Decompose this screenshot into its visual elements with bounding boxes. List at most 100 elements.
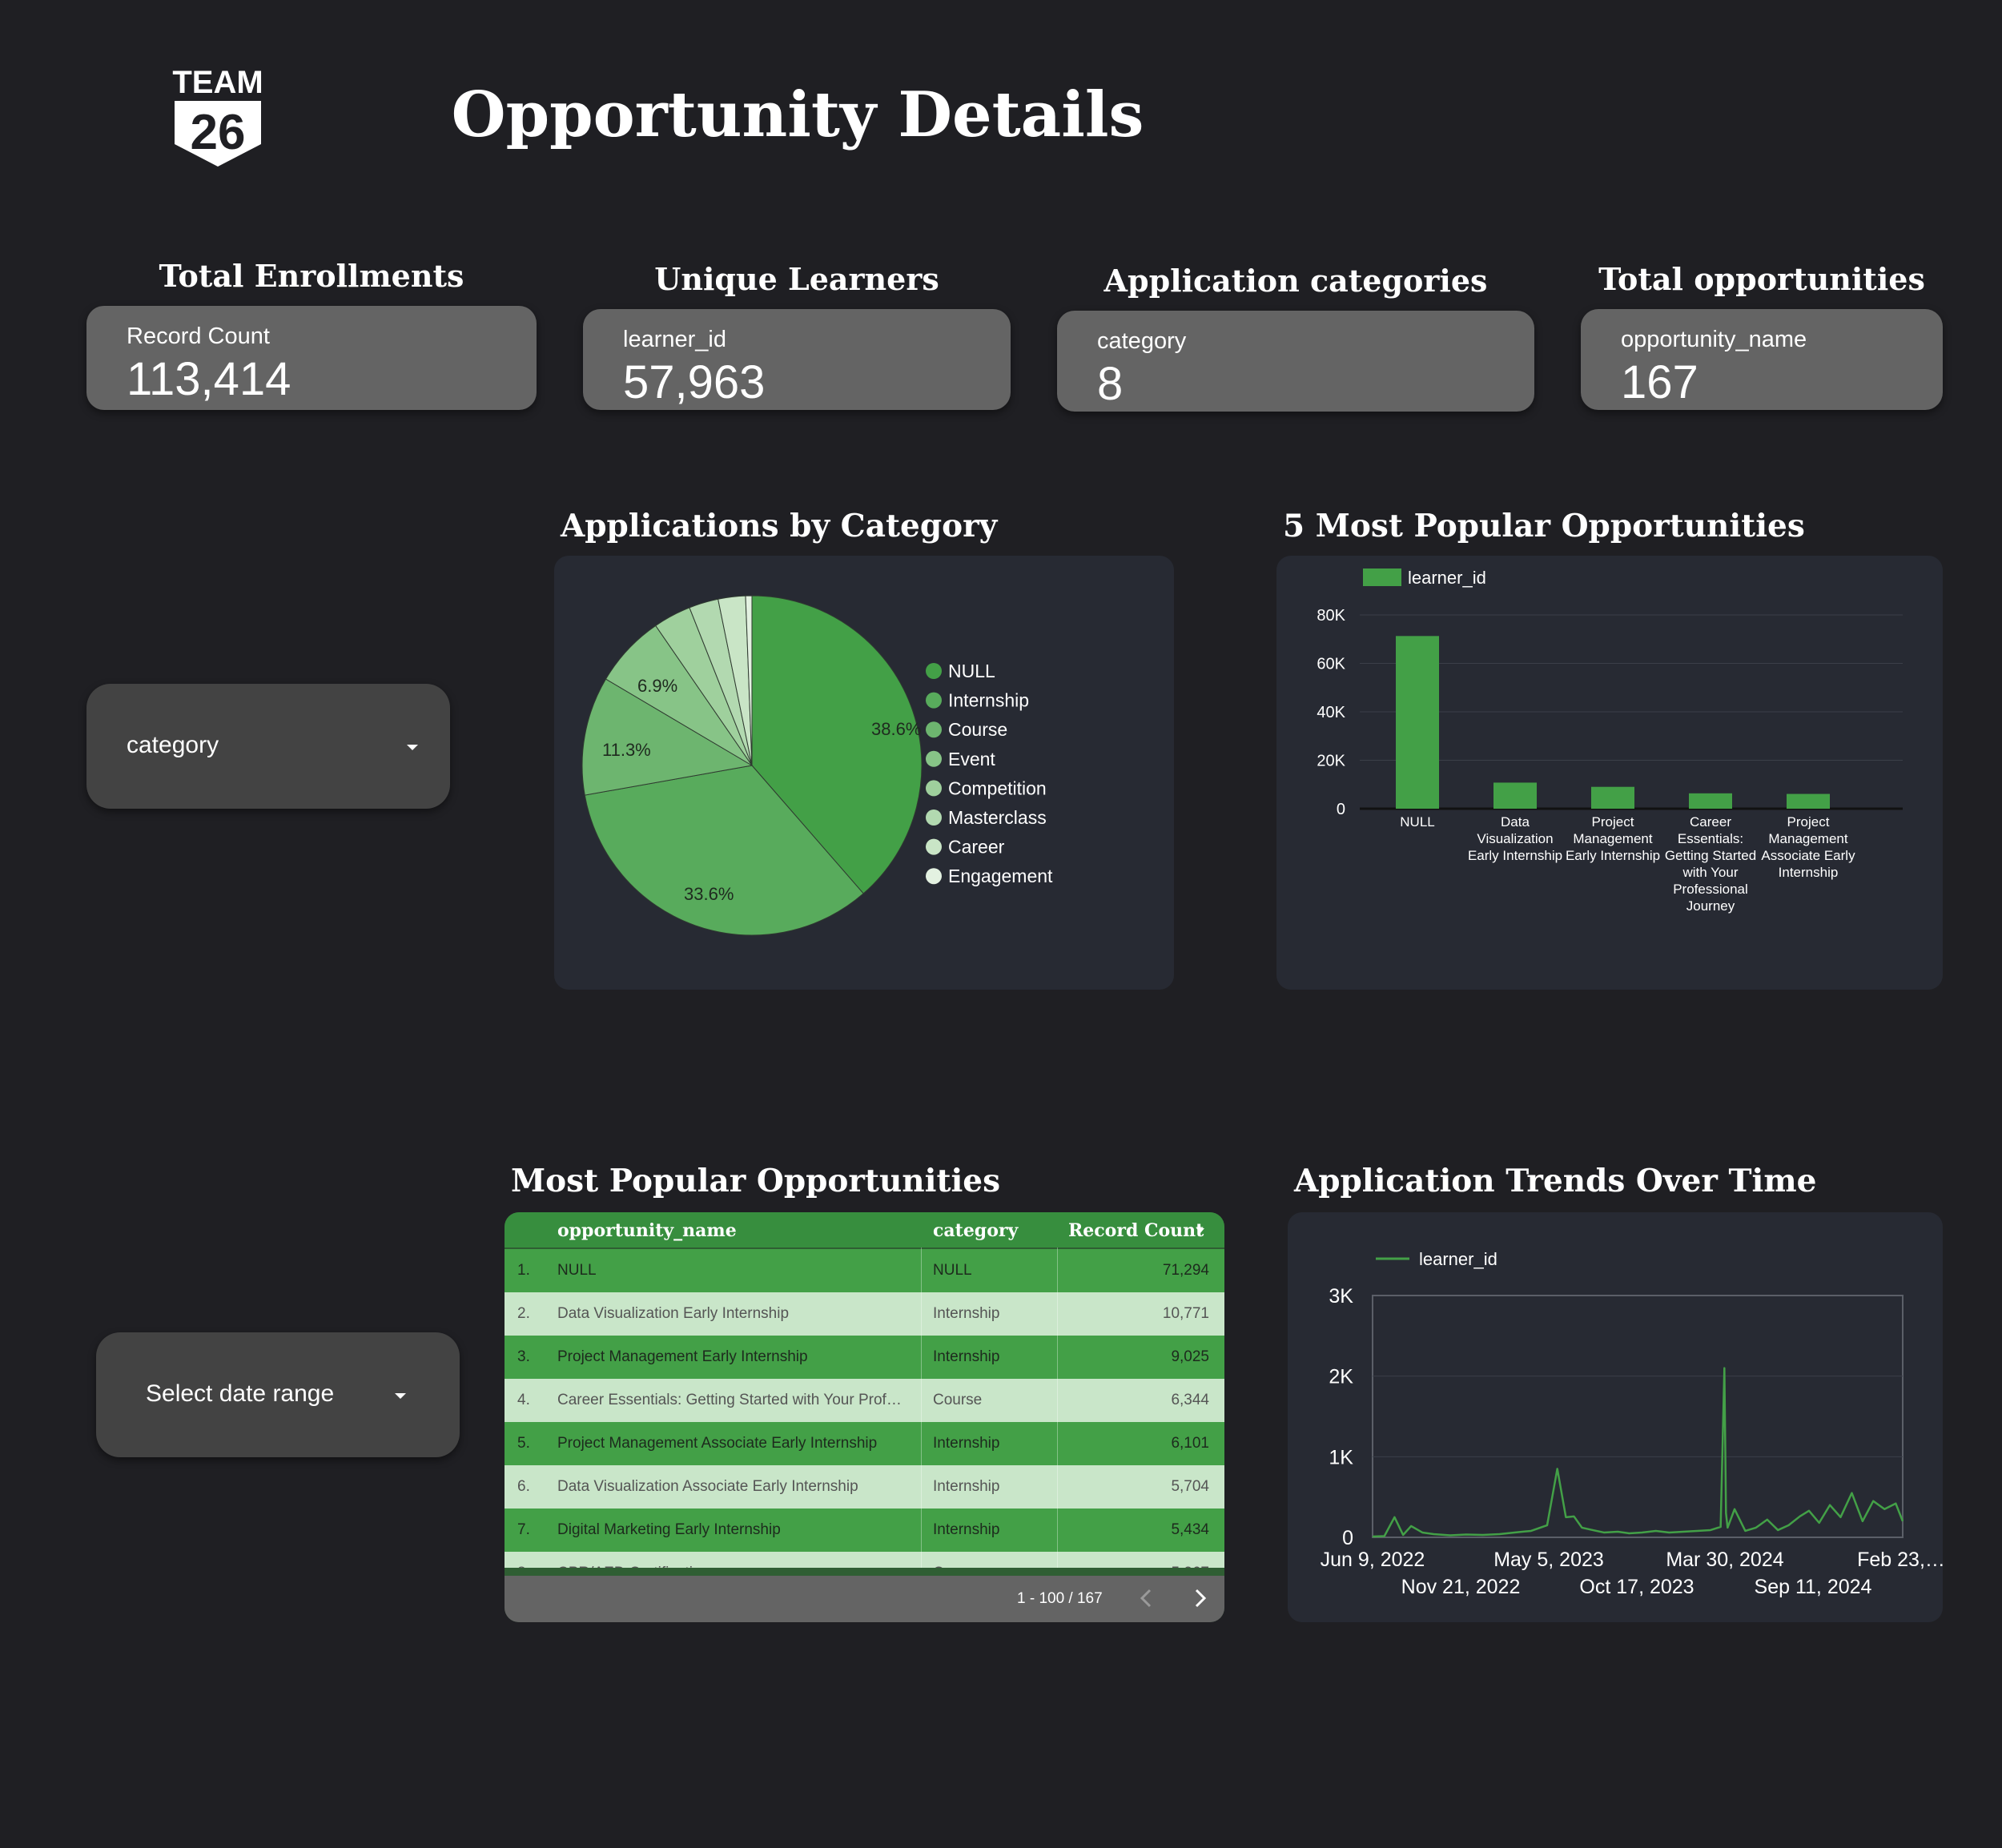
legend-swatch-career [926,838,942,855]
pie-chart: 38.6% 33.6% 11.3% 6.9% NULL Internship Cou… [581,595,1053,936]
x-tick-label: Internship [1779,865,1839,880]
x-tick-label: Oct 17, 2023 [1579,1576,1694,1598]
kpi-value: 57,963 [623,356,766,408]
row-number-cell: 7. [517,1521,530,1538]
x-tick-label: Professional [1673,882,1748,897]
category-cell: NULL [933,1262,972,1279]
table-row[interactable]: 1. NULL NULL 71,294 [505,1249,1224,1292]
y-tick-label: 2K [1329,1366,1353,1388]
pie-label-course: 11.3% [602,740,651,760]
pie-label-event: 6.9% [637,676,677,696]
opportunity-name-cell: Data Visualization Early Internship [557,1305,790,1322]
table-row[interactable]: 8. CPR/AED Certification Course 5,267 [505,1552,1224,1568]
chevron-down-icon [395,1393,406,1399]
kpi-label: learner_id [623,327,726,352]
table-row[interactable]: 4. Career Essentials: Getting Started wit… [505,1379,1224,1422]
legend-label-engagement[interactable]: Engagement [948,866,1053,886]
legend-label-career[interactable]: Career [948,837,1005,858]
opportunity-name-cell: Project Management Early Internship [557,1348,808,1365]
x-tick-label: Data [1501,814,1530,830]
x-tick-label: NULL [1400,814,1434,830]
legend-label-competition[interactable]: Competition [948,777,1047,798]
pager-range-text: 1 - 100 / 167 [1017,1590,1103,1607]
kpi-title-categories: Application categories [1104,263,1488,299]
kpi-card-learners: learner_id 57,963 [583,309,1011,410]
legend-label-course[interactable]: Course [948,719,1007,740]
y-tick-label: 0 [1342,1527,1353,1549]
x-tick-label: Sep 11, 2024 [1755,1576,1872,1598]
column-header-opportunity-name[interactable]: opportunity_name [557,1220,737,1241]
record-count-cell: 5,434 [1171,1521,1209,1538]
bar-2[interactable] [1493,782,1537,809]
bar-4[interactable] [1689,793,1732,809]
row-number-cell: 1. [517,1262,530,1279]
category-cell: Internship [933,1348,1000,1365]
column-divider [1057,1247,1058,1568]
trend-series-line[interactable] [1372,1367,1904,1538]
kpi-label: Record Count [127,323,270,349]
x-tick-label: with Your [1682,865,1739,880]
table-row[interactable]: 6. Data Visualization Associate Early Int… [505,1465,1224,1509]
row-number-cell: 5. [517,1435,530,1452]
x-tick-label: Getting Started [1665,848,1756,863]
row-number-cell: 6. [517,1478,530,1495]
table-row[interactable]: 7. Digital Marketing Early Internship Inte… [505,1509,1224,1552]
table-row[interactable]: 3. Project Management Early Internship Int… [505,1336,1224,1379]
column-header-record-count[interactable]: Record Count [1068,1220,1204,1241]
kpi-value: 167 [1621,356,1698,408]
bar-chart-panel: learner_id 0 20K 40K 60K 80K NULL Data Visualiza… [1276,556,1943,990]
sort-desc-icon[interactable] [1196,1228,1204,1233]
legend-label-null[interactable]: NULL [948,661,995,681]
bar-chart: learner_id 0 20K 40K 60K 80K NULL DataVisualiza… [1317,568,1903,914]
record-count-cell: 5,704 [1171,1478,1209,1495]
kpi-title-learners: Unique Learners [654,261,939,297]
kpi-card-categories: category 8 [1057,311,1534,412]
category-filter-dropdown[interactable]: category [86,684,450,809]
column-header-category[interactable]: category [933,1220,1018,1241]
bar-1[interactable] [1396,636,1439,809]
next-page-icon[interactable] [1185,1584,1214,1613]
bar-3[interactable] [1591,786,1634,809]
x-tick-label: Associate Early [1761,848,1855,863]
x-tick-label: Management [1573,831,1653,846]
y-tick-label: 80K [1317,607,1345,625]
opportunity-name-cell: Data Visualization Associate Early Inter… [557,1478,858,1495]
category-cell: Course [933,1565,1053,1568]
opportunity-name-cell: Project Management Associate Early Inter… [557,1435,878,1452]
x-tick-label: Project [1787,814,1830,830]
legend-label-masterclass[interactable]: Masterclass [948,807,1047,828]
pie-label-null: 38.6% [871,719,921,739]
legend-swatch-null [926,663,942,679]
x-tick-label: Nov 21, 2022 [1401,1576,1521,1598]
x-tick-label: Essentials: [1678,831,1743,846]
legend-label-learner-id[interactable]: learner_id [1408,568,1486,588]
x-tick-label: May 5, 2023 [1493,1549,1604,1571]
legend-swatch-engagement [926,868,942,885]
kpi-title-opportunities: Total opportunities [1598,261,1925,297]
table-row[interactable]: 2. Data Visualization Early Internship Int… [505,1292,1224,1336]
record-count-cell: 9,025 [1171,1348,1209,1365]
legend-swatch-course [926,721,942,738]
legend-label-event[interactable]: Event [948,749,995,769]
date-range-dropdown[interactable]: Select date range [96,1332,460,1457]
trend-chart: learner_id 0 1K 2K 3K Jun 9, 2022 Nov 21, 2022… [1321,1249,1945,1598]
table-row[interactable]: 5. Project Management Associate Early Int… [505,1422,1224,1465]
x-tick-label: Career [1690,814,1731,830]
table-title: Most Popular Opportunities [511,1163,1001,1199]
x-tick-label: Feb 23,… [1857,1549,1943,1571]
opportunity-name-cell: CPR/AED Certification [557,1565,926,1568]
legend-label-learner-id[interactable]: learner_id [1419,1249,1497,1269]
bar-chart-title: 5 Most Popular Opportunities [1283,508,1805,544]
x-tick-label: Management [1768,831,1848,846]
record-count-cell: 6,101 [1171,1435,1209,1452]
legend-label-internship[interactable]: Internship [948,690,1029,711]
x-tick-label: Visualization [1477,831,1553,846]
x-tick-label: Project [1592,814,1634,830]
y-tick-label: 40K [1317,704,1345,721]
table-body: 1. NULL NULL 71,294 2. Data Visualization Ear… [505,1247,1224,1568]
bar-5[interactable] [1787,793,1830,809]
kpi-value: 113,414 [127,353,291,405]
kpi-card-enrollments: Record Count 113,414 [86,306,537,410]
previous-page-icon[interactable] [1132,1584,1161,1613]
legend-swatch-learner-id [1363,568,1401,586]
